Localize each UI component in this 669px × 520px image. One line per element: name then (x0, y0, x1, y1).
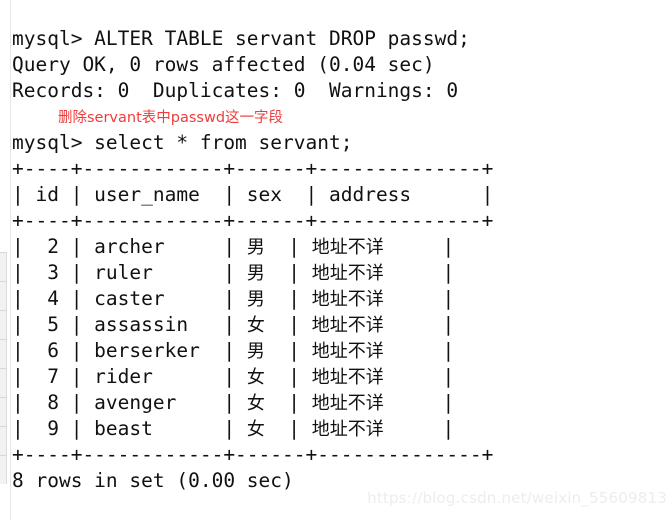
row-suffix: | (383, 235, 455, 258)
row-mid: | (264, 391, 312, 414)
cell-address: 地址不详 (311, 419, 384, 440)
row-prefix: | 6 | berserker | (12, 339, 247, 362)
cell-address: 地址不详 (311, 315, 384, 336)
vertical-scrollbar[interactable] (0, 252, 7, 484)
cell-sex: 女 (246, 393, 265, 414)
row-suffix: | (383, 339, 455, 362)
cell-sex: 男 (246, 263, 265, 284)
command-select-servant: mysql> select * from servant; (12, 131, 353, 154)
result-records-duplicates-warnings: Records: 0 Duplicates: 0 Warnings: 0 (12, 79, 459, 102)
scrollbar-tick (0, 397, 7, 398)
annotation-text: 删除servant表中passwd这一字段 (58, 110, 284, 126)
window-left-gutter (0, 0, 11, 520)
table-row: | 8 | avenger | 女 | 地址不详 | (12, 390, 669, 416)
row-mid: | (264, 417, 312, 440)
command-alter-table: mysql> ALTER TABLE servant DROP passwd; (12, 27, 470, 50)
row-prefix: | 7 | rider | (12, 365, 247, 388)
cell-sex: 男 (246, 237, 265, 258)
row-prefix: | 3 | ruler | (12, 261, 247, 284)
row-prefix: | 4 | caster | (12, 287, 247, 310)
row-mid: | (264, 261, 312, 284)
row-prefix: | 2 | archer | (12, 235, 247, 258)
row-suffix: | (383, 365, 455, 388)
table-row: | 3 | ruler | 男 | 地址不详 | (12, 260, 669, 286)
row-suffix: | (383, 313, 455, 336)
terminal-screen: mysql> ALTER TABLE servant DROP passwd; … (0, 0, 669, 520)
row-mid: | (264, 313, 312, 336)
table-border-bottom: +----+------------+------+--------------… (12, 443, 494, 466)
cell-address: 地址不详 (311, 341, 384, 362)
cell-address: 地址不详 (311, 263, 384, 284)
scrollbar-tick (0, 339, 7, 340)
cell-sex: 男 (246, 341, 265, 362)
table-row: | 4 | caster | 男 | 地址不详 | (12, 286, 669, 312)
row-suffix: | (383, 261, 455, 284)
scrollbar-tick (0, 455, 7, 456)
row-prefix: | 5 | assassin | (12, 313, 247, 336)
result-query-ok: Query OK, 0 rows affected (0.04 sec) (12, 53, 435, 76)
cell-address: 地址不详 (311, 393, 384, 414)
row-mid: | (264, 235, 312, 258)
table-row: | 5 | assassin | 女 | 地址不详 | (12, 312, 669, 338)
cell-sex: 男 (246, 289, 265, 310)
table-row: | 2 | archer | 男 | 地址不详 | (12, 234, 669, 260)
cell-address: 地址不详 (311, 289, 384, 310)
scrollbar-tick (0, 426, 7, 427)
table-header-row: | id | user_name | sex | address | (12, 183, 494, 206)
cell-address: 地址不详 (311, 367, 384, 388)
row-prefix: | 9 | beast | (12, 417, 247, 440)
cell-sex: 女 (246, 419, 265, 440)
watermark: https://blog.csdn.net/weixin_55609813 (367, 489, 667, 507)
red-annotation: 删除servant表中passwd这一字段 (12, 104, 669, 130)
table-border-middle: +----+------------+------+--------------… (12, 209, 494, 232)
row-suffix: | (383, 287, 455, 310)
cell-sex: 女 (246, 315, 265, 336)
cell-sex: 女 (246, 367, 265, 388)
row-suffix: | (383, 417, 455, 440)
scrollbar-tick (0, 310, 7, 311)
row-mid: | (264, 287, 312, 310)
scrollbar-tick (0, 281, 7, 282)
scrollbar-tick (0, 368, 7, 369)
table-row: | 7 | rider | 女 | 地址不详 | (12, 364, 669, 390)
row-mid: | (264, 339, 312, 362)
scrollbar-tick (0, 252, 7, 253)
table-row: | 6 | berserker | 男 | 地址不详 | (12, 338, 669, 364)
table-border-top: +----+------------+------+--------------… (12, 157, 494, 180)
row-mid: | (264, 365, 312, 388)
terminal-output[interactable]: mysql> ALTER TABLE servant DROP passwd; … (12, 0, 669, 520)
cell-address: 地址不详 (311, 237, 384, 258)
row-suffix: | (383, 391, 455, 414)
table-row: | 9 | beast | 女 | 地址不详 | (12, 416, 669, 442)
row-prefix: | 8 | avenger | (12, 391, 247, 414)
